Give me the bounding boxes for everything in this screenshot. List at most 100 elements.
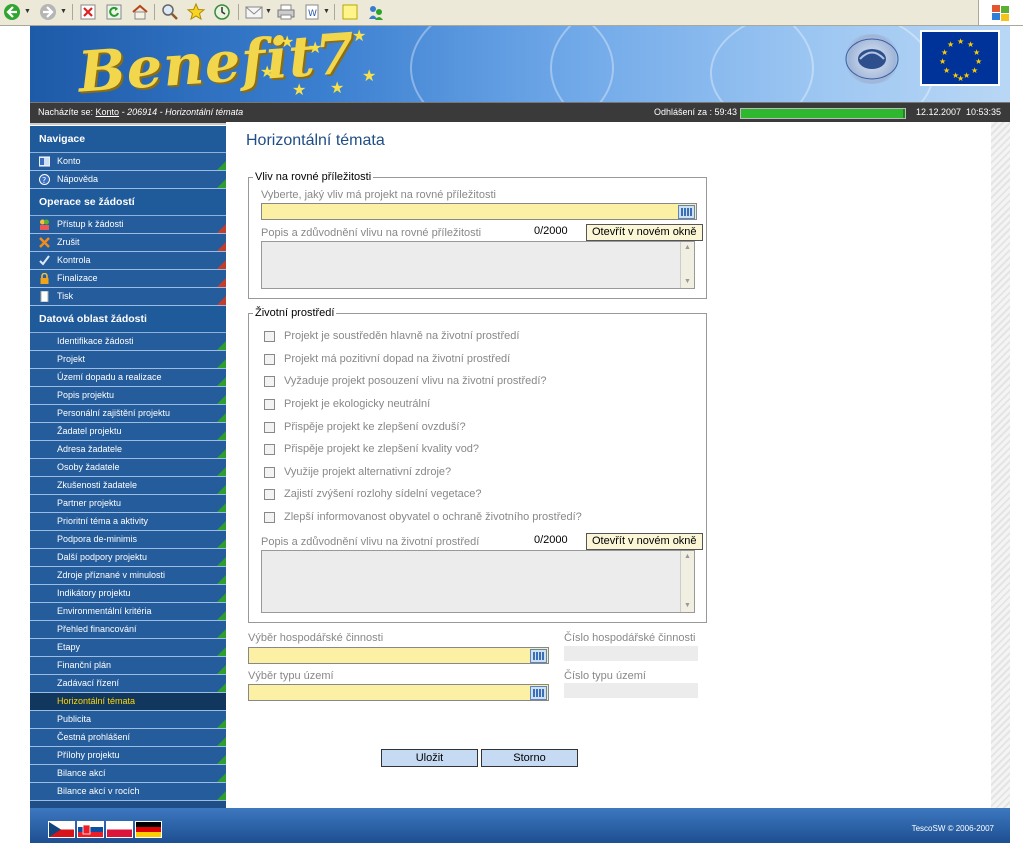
- scroll-down-icon[interactable]: ▼: [681, 276, 694, 288]
- checkbox[interactable]: [264, 398, 275, 410]
- edit-dropdown-icon[interactable]: ▼: [323, 8, 330, 15]
- sidebar-item-data[interactable]: Přehled financování: [30, 621, 226, 639]
- sidebar-item-data[interactable]: Zadávací řízení: [30, 675, 226, 693]
- env-checkbox-row[interactable]: Vyžaduje projekt posouzení vlivu na živo…: [264, 375, 547, 391]
- scrollbar[interactable]: ▲ ▼: [680, 242, 694, 288]
- sidebar-item-data[interactable]: Personální zajištění projektu: [30, 405, 226, 423]
- mail-icon[interactable]: [244, 2, 264, 22]
- picker-icon[interactable]: [678, 205, 695, 219]
- mail-dropdown-icon[interactable]: ▼: [265, 8, 272, 15]
- sidebar-item-data[interactable]: Zkušenosti žadatele: [30, 477, 226, 495]
- german-flag-icon[interactable]: [135, 821, 162, 838]
- czech-flag-icon[interactable]: [48, 821, 75, 838]
- env-open-window-button[interactable]: Otevřít v novém okně: [586, 533, 703, 550]
- sidebar-item-data[interactable]: Adresa žadatele: [30, 441, 226, 459]
- sidebar-item-napoveda[interactable]: ? Nápověda: [30, 171, 226, 189]
- env-checkbox-row[interactable]: Zajistí zvýšení rozlohy sídelní vegetace…: [264, 488, 481, 504]
- svg-text:★: ★: [947, 40, 954, 49]
- back-icon[interactable]: [2, 2, 22, 22]
- save-button[interactable]: Uložit: [381, 749, 478, 767]
- env-checkbox-row[interactable]: Zlepší informovanost obyvatel o ochraně …: [264, 511, 582, 527]
- checkbox[interactable]: [264, 330, 275, 342]
- sidebar-item-finalizace[interactable]: Finalizace: [30, 270, 226, 288]
- home-icon[interactable]: [130, 2, 150, 22]
- ministry-seal-icon: [845, 38, 899, 80]
- sidebar-item-data[interactable]: Území dopadu a realizace: [30, 369, 226, 387]
- polish-flag-icon[interactable]: [106, 821, 133, 838]
- sidebar-item-data[interactable]: Identifikace žádosti: [30, 333, 226, 351]
- star-icon: ★: [260, 64, 275, 81]
- equal-impact-select[interactable]: [261, 203, 697, 220]
- back-dropdown-icon[interactable]: ▼: [24, 8, 31, 15]
- messenger-icon[interactable]: [366, 2, 386, 22]
- history-icon[interactable]: [212, 2, 232, 22]
- territory-type-select[interactable]: [248, 684, 549, 701]
- scrollbar[interactable]: ▲ ▼: [680, 551, 694, 612]
- sidebar-item-data[interactable]: Žadatel projektu: [30, 423, 226, 441]
- checkbox[interactable]: [264, 353, 275, 365]
- env-checkbox-row[interactable]: Přispěje projekt ke zlepšení kvality vod…: [264, 443, 479, 459]
- equal-desc-textarea[interactable]: ▲ ▼: [261, 241, 695, 289]
- slovak-flag-icon[interactable]: [77, 821, 104, 838]
- sidebar-item-horizontalni-temata[interactable]: Horizontální témata: [30, 693, 226, 711]
- scroll-up-icon[interactable]: ▲: [681, 242, 694, 254]
- checkbox[interactable]: [264, 375, 275, 387]
- print-icon[interactable]: [276, 2, 296, 22]
- sidebar-item-data[interactable]: Čestná prohlášení: [30, 729, 226, 747]
- decorative-strip: [991, 122, 1010, 808]
- sidebar-item-data[interactable]: Bilance akcí v rocích: [30, 783, 226, 801]
- env-checkbox-row[interactable]: Projekt je soustředěn hlavně na životní …: [264, 330, 519, 346]
- sidebar-item-data[interactable]: Partner projektu: [30, 495, 226, 513]
- sidebar-item-data[interactable]: Indikátory projektu: [30, 585, 226, 603]
- env-checkbox-row[interactable]: Přispěje projekt ke zlepšení ovzduší?: [264, 421, 466, 437]
- sidebar-item-data[interactable]: Publicita: [30, 711, 226, 729]
- env-checkbox-row[interactable]: Projekt je ekologicky neutrální: [264, 398, 430, 414]
- sidebar-item-data[interactable]: Bilance akcí: [30, 765, 226, 783]
- sidebar-item-zrusit[interactable]: Zrušit: [30, 234, 226, 252]
- sidebar-item-data[interactable]: Prioritní téma a aktivity: [30, 513, 226, 531]
- sidebar-item-data[interactable]: Zdroje příznané v minulosti: [30, 567, 226, 585]
- env-desc-textarea[interactable]: ▲ ▼: [261, 550, 695, 613]
- favorites-icon[interactable]: [186, 2, 206, 22]
- sidebar-item-data[interactable]: Popis projektu: [30, 387, 226, 405]
- equal-open-window-button[interactable]: Otevřít v novém okně: [586, 224, 703, 241]
- economic-activity-select[interactable]: [248, 647, 549, 664]
- sidebar-item-label: Finalizace: [57, 273, 98, 283]
- checkbox[interactable]: [264, 421, 275, 433]
- edit-icon[interactable]: W: [302, 2, 322, 22]
- search-icon[interactable]: [160, 2, 180, 22]
- checkbox[interactable]: [264, 488, 275, 500]
- forward-dropdown-icon[interactable]: ▼: [60, 8, 67, 15]
- checkbox[interactable]: [264, 511, 275, 523]
- forward-icon[interactable]: [38, 2, 58, 22]
- sidebar-item-data[interactable]: Další podpory projektu: [30, 549, 226, 567]
- env-checkbox-row[interactable]: Projekt má pozitivní dopad na životní pr…: [264, 353, 510, 369]
- sidebar-item-data[interactable]: Osoby žadatele: [30, 459, 226, 477]
- sidebar-item-data[interactable]: Přílohy projektu: [30, 747, 226, 765]
- sidebar-data-list: Identifikace žádosti Projekt Území dopad…: [30, 333, 226, 801]
- users-icon: [39, 219, 50, 230]
- sidebar-item-kontrola[interactable]: Kontrola: [30, 252, 226, 270]
- refresh-icon[interactable]: [104, 2, 124, 22]
- sidebar-item-pristup[interactable]: Přístup k žádosti: [30, 216, 226, 234]
- sidebar-item-data[interactable]: Environmentální kritéria: [30, 603, 226, 621]
- sidebar-item-data[interactable]: Podpora de-minimis: [30, 531, 226, 549]
- breadcrumb-link-konto[interactable]: Konto: [96, 107, 120, 117]
- checkbox[interactable]: [264, 466, 275, 478]
- sidebar-item-label: Konto: [57, 156, 81, 166]
- note-icon[interactable]: [340, 2, 360, 22]
- cancel-button[interactable]: Storno: [481, 749, 578, 767]
- stop-icon[interactable]: [78, 2, 98, 22]
- browser-toolbar: ▼ ▼ ▼ W ▼: [0, 0, 1023, 26]
- sidebar-item-data[interactable]: Finanční plán: [30, 657, 226, 675]
- picker-icon[interactable]: [530, 649, 547, 663]
- checkbox[interactable]: [264, 443, 275, 455]
- sidebar-item-data[interactable]: Projekt: [30, 351, 226, 369]
- env-checkbox-row[interactable]: Využije projekt alternativní zdroje?: [264, 466, 451, 482]
- scroll-up-icon[interactable]: ▲: [681, 551, 694, 563]
- sidebar-item-tisk[interactable]: Tisk: [30, 288, 226, 306]
- sidebar-item-data[interactable]: Etapy: [30, 639, 226, 657]
- sidebar-item-konto[interactable]: Konto: [30, 153, 226, 171]
- picker-icon[interactable]: [530, 686, 547, 700]
- scroll-down-icon[interactable]: ▼: [681, 600, 694, 612]
